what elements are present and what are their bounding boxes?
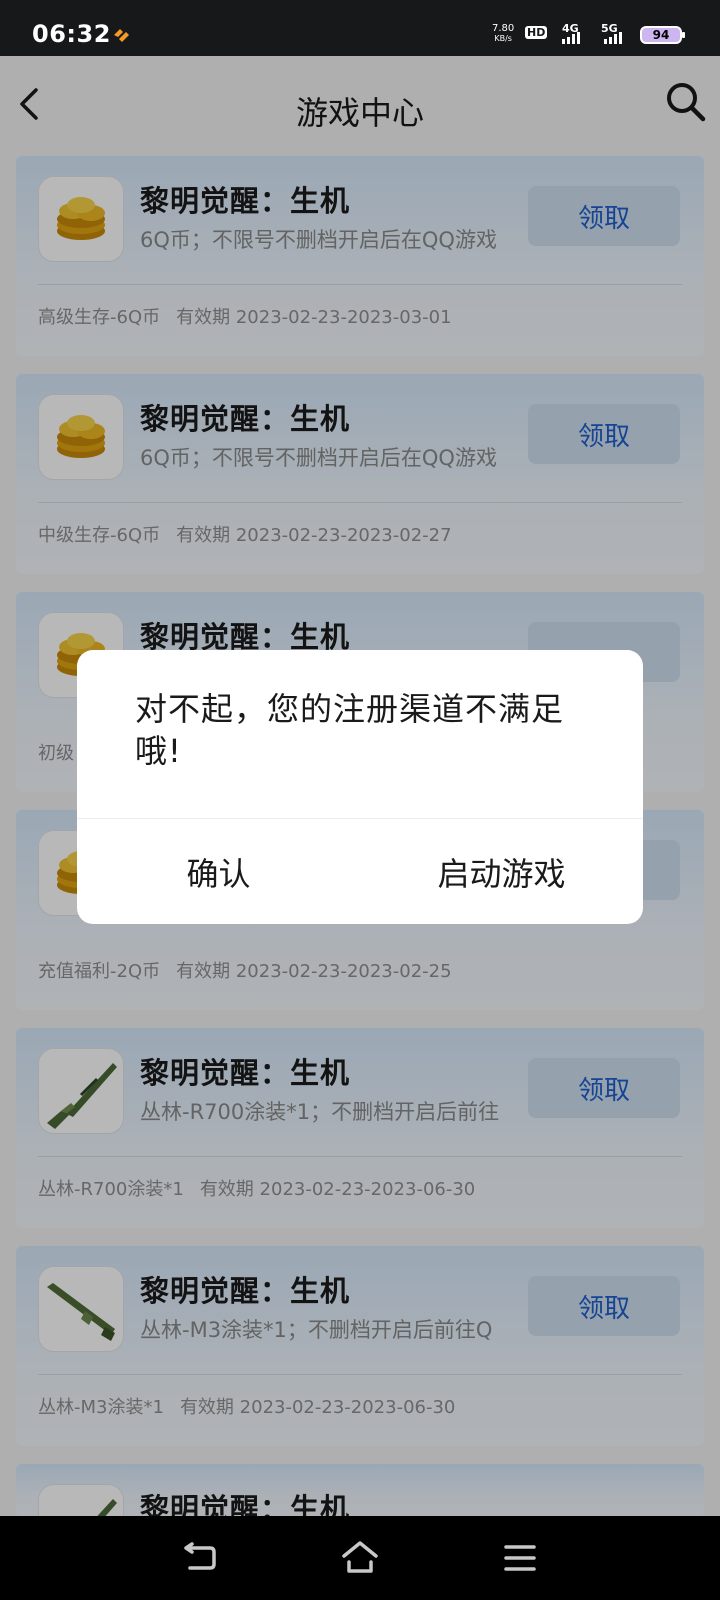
battery-level: 94 (652, 28, 670, 42)
dialog-divider (77, 818, 643, 819)
alert-dialog: 对不起，您的注册渠道不满足哦! 确认 启动游戏 (77, 650, 643, 924)
battery-icon: 94 (640, 26, 685, 44)
menu-icon[interactable] (500, 1538, 540, 1578)
app-notification-icon (114, 29, 129, 42)
speed-value: 7.80 (492, 23, 515, 34)
confirm-button[interactable]: 确认 (77, 820, 360, 924)
status-time: 06:32 (32, 20, 111, 48)
hd-badge: HD (525, 26, 548, 39)
network-speed: 7.80 KB/s (492, 24, 514, 44)
home-icon[interactable] (340, 1538, 380, 1578)
back-nav-icon[interactable] (180, 1538, 220, 1578)
status-bar: 06:32 7.80 KB/s HD 4G 5G 94 (0, 0, 720, 56)
system-nav-bar (0, 1516, 720, 1600)
launch-game-button[interactable]: 启动游戏 (360, 820, 643, 924)
speed-unit: KB/s (494, 34, 512, 43)
dialog-message: 对不起，您的注册渠道不满足哦! (135, 690, 565, 770)
